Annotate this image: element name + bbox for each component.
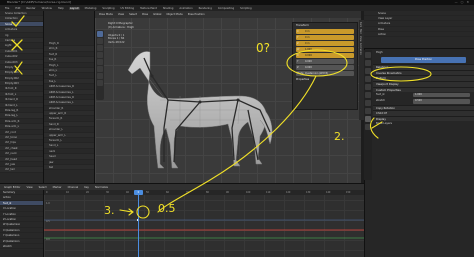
check-mark-icon <box>11 15 25 27</box>
annotation-scribble <box>14 61 23 75</box>
annotation-two: 2. <box>334 130 345 143</box>
annotation-arrow-three <box>119 208 134 216</box>
annotation-point-five: 0.5 <box>158 202 176 215</box>
annotation-zero: 0? <box>256 41 270 55</box>
annotation-three: 3. <box>104 204 115 217</box>
annotation-arrow-curve <box>157 75 317 213</box>
annotation-arrow-two <box>369 117 383 139</box>
annotation-circle-key <box>136 205 150 219</box>
annotation-overlay: 0? 2. 3. 0.5 <box>11 15 432 219</box>
annotation-circle-button <box>370 66 432 82</box>
cross-mark-icon <box>11 39 23 51</box>
annotation-circle-fields <box>286 49 348 77</box>
